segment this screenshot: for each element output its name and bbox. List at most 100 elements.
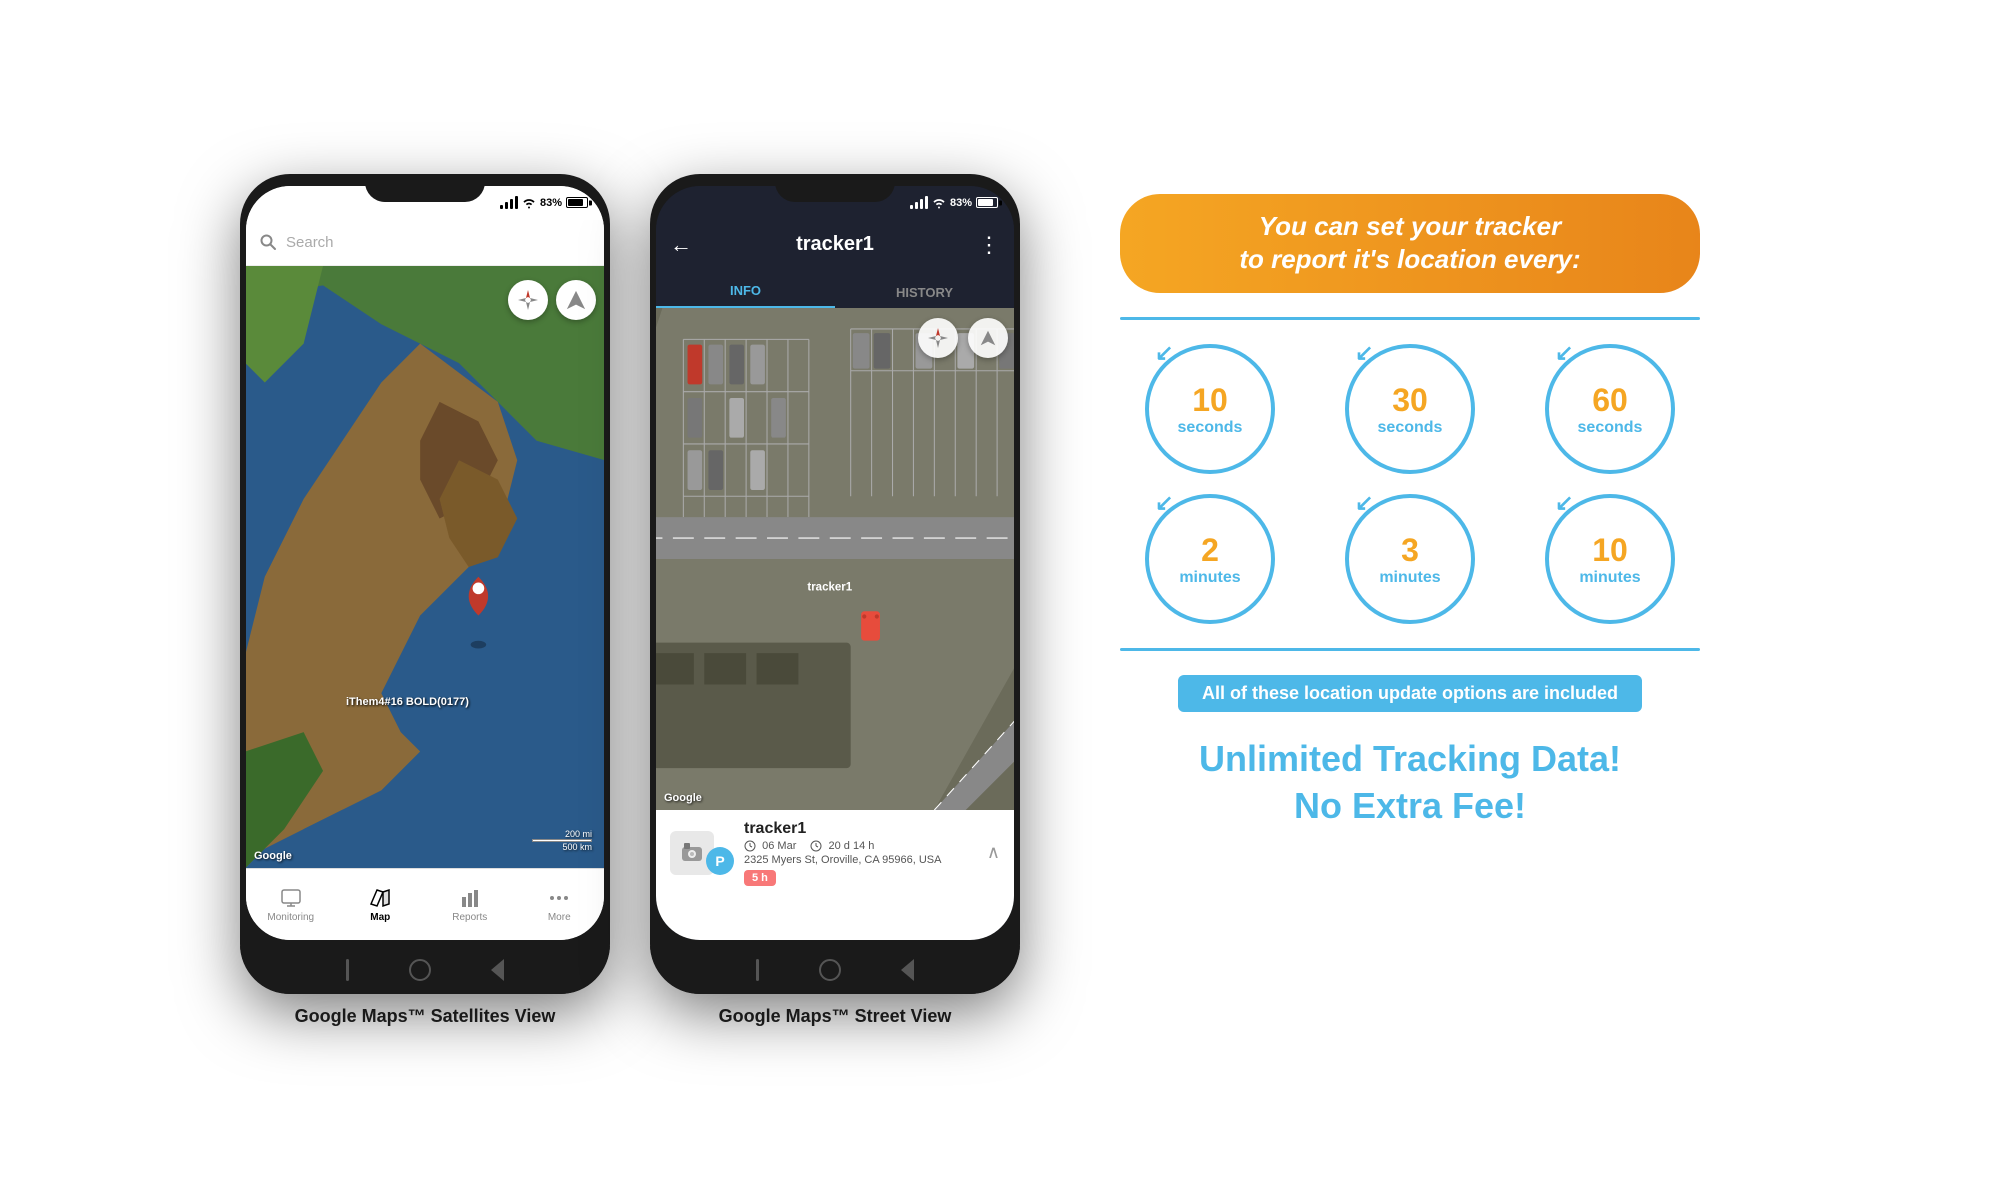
phone1-screen: 12:00 83% [246,186,604,940]
scale-bar: 200 mi 500 km [532,829,592,852]
circle-10m: 10 minutes [1545,494,1675,624]
scale-label1: 200 mi [565,829,592,839]
phone1-map-area: iThem4#16 BOLD(0177) Google 200 mi 500 k… [246,266,604,868]
phone2-caption: Google Maps™ Street View [719,1006,952,1027]
option-10m: 10 minutes [1520,494,1700,624]
teal-divider-bottom [1120,648,1700,651]
scale-label2: 500 km [562,842,592,852]
tracker-name: tracker1 [744,820,977,838]
phone2-screen: 12:00 83% [656,186,1014,940]
phone2-battery-icon [976,197,998,208]
menu-icon[interactable]: ⋮ [978,232,1000,258]
circle-60s: 60 seconds [1545,344,1675,474]
phone2-navigate-button[interactable] [968,318,1008,358]
circle-10m-unit: minutes [1579,569,1640,587]
info-card-details: tracker1 06 Mar 20 d 14 h [744,820,977,886]
info-date: 06 Mar [744,840,796,852]
phone2-header: ← tracker1 ⋮ [656,220,1014,270]
phone2-signal-icon [910,197,928,209]
nav-monitoring[interactable]: Monitoring [263,886,318,923]
circle-2m-number: 2 [1201,532,1219,569]
phone2-gesture-home [819,959,841,981]
info-card-top: P tracker1 06 Mar 20 d 14 h [670,820,1000,886]
nav-map[interactable]: Map [353,886,408,923]
phone2-wifi-icon [932,197,946,209]
circle-3m-number: 3 [1401,532,1419,569]
compass-rose [508,280,548,320]
satellite-map-svg [246,266,604,868]
phone1-status-bar: 12:00 83% [246,186,604,220]
circle-10s-number: 10 [1192,382,1228,419]
included-text: All of these location update options are… [1202,683,1618,703]
circle-2m: 2 minutes [1145,494,1275,624]
circle-2m-unit: minutes [1179,569,1240,587]
banner-line1: You can set your tracker [1156,210,1664,244]
phone1-gesture-bar [240,946,610,994]
time-options-grid: 10 seconds 30 seconds 60 seconds [1120,344,1700,624]
chart-icon [458,886,482,910]
option-60s: 60 seconds [1520,344,1700,474]
phone2-gesture-recents [901,959,914,981]
banner-line2: to report it's location every: [1156,243,1664,277]
parking-badge: P [706,847,734,875]
right-panel: You can set your tracker to report it's … [1060,174,1760,830]
circle-30s-unit: seconds [1378,419,1443,437]
phone2-tabs: INFO HISTORY [656,270,1014,308]
gesture-recents [491,959,504,981]
phone2-info-card: P tracker1 06 Mar 20 d 14 h [656,810,1014,940]
circle-60s-unit: seconds [1578,419,1643,437]
info-meta: 06 Mar 20 d 14 h [744,840,977,852]
promo-banner: You can set your tracker to report it's … [1120,194,1700,294]
nav-more[interactable]: More [532,886,587,923]
nav-map-label: Map [370,912,390,923]
unlimited-line2: No Extra Fee! [1199,783,1621,830]
google-label: Google [254,850,292,862]
phone2-compass-rose [918,318,958,358]
option-2m: 2 minutes [1120,494,1300,624]
circle-30s: 30 seconds [1345,344,1475,474]
unlimited-text-block: Unlimited Tracking Data! No Extra Fee! [1199,736,1621,830]
circle-10s-unit: seconds [1178,419,1243,437]
info-card-expand-icon[interactable]: ∧ [987,842,1000,863]
teal-divider-top [1120,317,1700,320]
navigate-button[interactable] [556,280,596,320]
circle-3m: 3 minutes [1345,494,1475,624]
info-badge: 5 h [744,870,776,886]
phone1-battery-pct: 83% [540,197,562,209]
battery-icon [566,197,588,208]
wifi-icon [522,197,536,209]
nav-reports[interactable]: Reports [442,886,497,923]
back-arrow-icon[interactable]: ← [670,232,692,258]
unlimited-line1: Unlimited Tracking Data! [1199,736,1621,783]
map-icon [368,886,392,910]
tab-info[interactable]: INFO [656,283,835,308]
gesture-back [346,959,349,981]
search-icon [258,232,278,252]
nav-monitoring-label: Monitoring [267,912,314,923]
phone2-gesture-bar [650,946,1020,994]
info-address: 2325 Myers St, Oroville, CA 95966, USA [744,854,977,866]
svg-text:tracker1: tracker1 [807,581,852,593]
phone1-search-bar[interactable]: Search [246,220,604,266]
phone1-bottom-nav: Monitoring Map Reports [246,868,604,940]
option-3m: 3 minutes [1320,494,1500,624]
phone2-status-right: 83% [910,197,998,209]
tab-history[interactable]: HISTORY [835,285,1014,308]
info-duration: 20 d 14 h [810,840,874,852]
phone2-title: tracker1 [796,233,874,256]
circle-3m-unit: minutes [1379,569,1440,587]
phone2-gesture-back [756,959,759,981]
circle-60s-number: 60 [1592,382,1628,419]
included-banner: All of these location update options are… [1178,675,1642,712]
search-placeholder: Search [286,234,334,251]
location-label: iThem4#16 BOLD(0177) [346,696,469,708]
monitor-icon [279,886,303,910]
nav-more-label: More [548,912,571,923]
signal-icon [500,197,518,209]
phone2-status-bar: 12:00 83% [656,186,1014,220]
phone1-status-right: 83% [500,197,588,209]
phone1: 12:00 83% [240,174,610,994]
phone2: 12:00 83% [650,174,1020,994]
phone2-battery-pct: 83% [950,197,972,209]
option-10s: 10 seconds [1120,344,1300,474]
